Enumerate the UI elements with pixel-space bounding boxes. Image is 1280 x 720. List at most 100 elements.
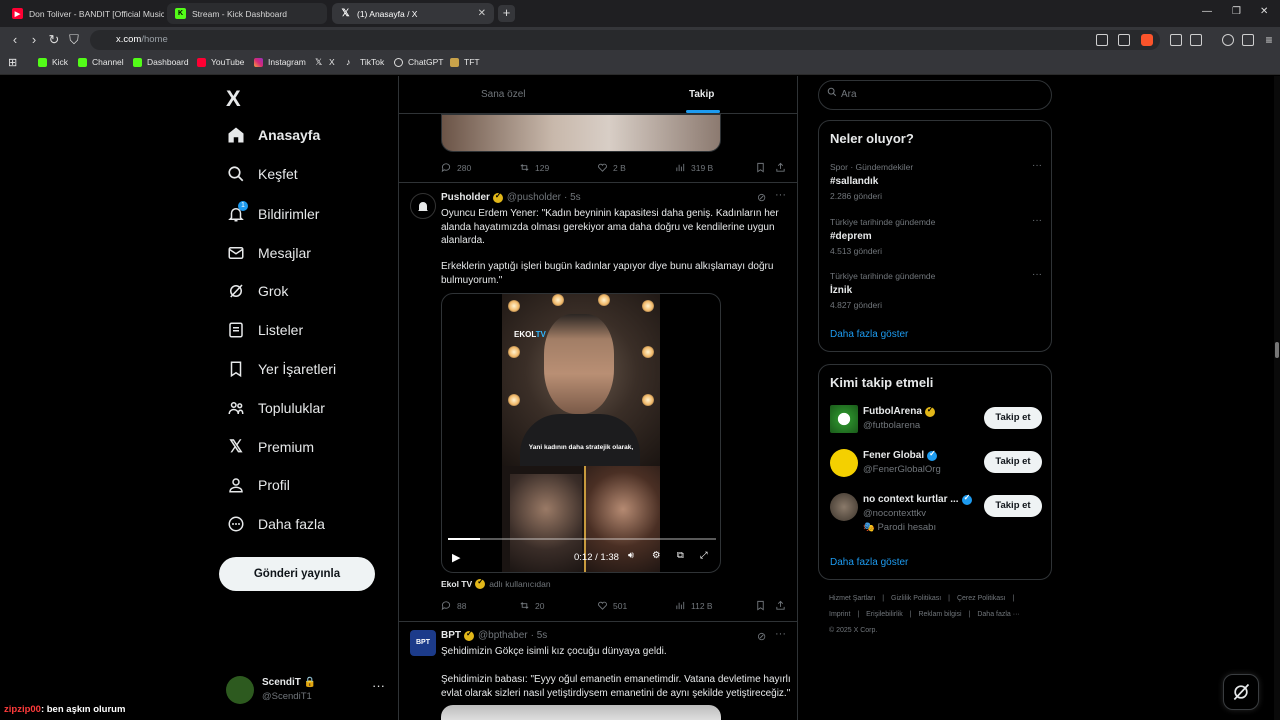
footer-link-imprint[interactable]: Imprint	[829, 611, 850, 618]
video-progress-bar[interactable]	[448, 538, 716, 540]
nav-premium[interactable]: 𝕏 Premium	[226, 435, 314, 459]
search-input[interactable]: Ara	[818, 80, 1052, 110]
reload-icon[interactable]: ↻	[45, 31, 63, 49]
bookmark-icon[interactable]: ⛉	[65, 31, 83, 49]
follow-button[interactable]: Takip et	[984, 451, 1042, 473]
post-image[interactable]	[441, 114, 721, 152]
trend-more-icon[interactable]: ···	[1032, 269, 1042, 280]
who-show-more-link[interactable]: Daha fazla göster	[830, 557, 908, 568]
extensions-icon[interactable]	[1170, 34, 1182, 46]
nav-notifications[interactable]: 1 Bildirimler	[226, 201, 319, 226]
trend-more-icon[interactable]: ···	[1032, 215, 1042, 226]
nav-more[interactable]: Daha fazla	[226, 512, 325, 536]
bookmark-channel[interactable]: Channel	[78, 57, 124, 67]
account-switcher[interactable]: ScendiT 🔒 @ScendiT1 ···	[226, 674, 386, 704]
nav-grok[interactable]: Grok	[226, 279, 288, 303]
close-window-icon[interactable]: ✕	[1260, 6, 1268, 17]
settings-icon[interactable]: ⚙	[652, 550, 661, 561]
scrollbar-thumb[interactable]	[1275, 342, 1279, 358]
grok-explain-icon[interactable]: ⊘	[757, 630, 766, 643]
author-handle[interactable]: @pusholder	[507, 192, 561, 203]
post-time[interactable]: · 5s	[531, 630, 548, 641]
bookmark-tft[interactable]: TFT	[450, 57, 480, 67]
tab-youtube[interactable]: ▶ Don Toliver - BANDIT [Official Music	[4, 3, 164, 24]
grok-explain-icon[interactable]: ⊘	[757, 191, 766, 204]
tab-kick[interactable]: K Stream - Kick Dashboard	[167, 3, 327, 24]
follow-suggestion[interactable]: Fener Global @FenerGlobalOrg Takip et	[830, 449, 1042, 489]
bookmark-dashboard[interactable]: Dashboard	[133, 57, 189, 67]
footer-link-more[interactable]: Daha fazla ···	[977, 611, 1019, 618]
trend-more-icon[interactable]: ···	[1032, 160, 1042, 171]
trend-item[interactable]: Spor · Gündemdekiler #sallandık 2.286 gö…	[830, 160, 1042, 201]
post-button[interactable]: Gönderi yayınla	[219, 557, 375, 591]
minimize-icon[interactable]: —	[1202, 6, 1212, 17]
views-button[interactable]: 319 B	[675, 162, 713, 173]
new-tab-button[interactable]: +	[498, 5, 515, 22]
nav-communities[interactable]: Topluluklar	[226, 396, 325, 420]
bookmark-youtube[interactable]: YouTube	[197, 57, 244, 67]
trend-item[interactable]: Türkiye tarihinde gündemde İznik 4.827 g…	[830, 269, 1042, 310]
share-icon[interactable]	[1118, 34, 1130, 46]
footer-link-privacy[interactable]: Gizlilik Politikası	[891, 595, 941, 602]
post-menu-icon[interactable]: ···	[775, 628, 786, 640]
footer-link-cookies[interactable]: Çerez Politikası	[957, 595, 1006, 602]
apps-grid-icon[interactable]: ⊞	[8, 56, 17, 69]
like-button[interactable]: 2 B	[597, 162, 626, 173]
share-post-icon[interactable]	[775, 600, 791, 611]
menu-icon[interactable]: ≡	[1260, 31, 1278, 49]
account-more-icon[interactable]: ···	[372, 678, 385, 693]
tab-x-home[interactable]: 𝕏 (1) Anasayfa / X ✕	[332, 3, 494, 24]
author-name[interactable]: Pusholder	[441, 192, 490, 203]
share-post-icon[interactable]	[775, 162, 791, 173]
author-handle[interactable]: @bpthaber	[478, 630, 528, 641]
bookmark-post-icon[interactable]	[755, 600, 771, 611]
brave-shield-icon[interactable]	[1141, 34, 1153, 46]
bookmark-kick[interactable]: Kick	[38, 57, 68, 67]
footer-link-ads-info[interactable]: Reklam bilgisi	[918, 611, 961, 618]
follow-button[interactable]: Takip et	[984, 407, 1042, 429]
page-scrollbar[interactable]	[1274, 76, 1280, 720]
author-name[interactable]: BPT	[441, 630, 461, 641]
maximize-icon[interactable]: ❐	[1232, 6, 1241, 17]
reply-button[interactable]: 88	[441, 600, 466, 611]
footer-link-terms[interactable]: Hizmet Şartları	[829, 595, 875, 602]
grok-floating-button[interactable]	[1223, 674, 1259, 710]
nav-home[interactable]: Anasayfa	[226, 123, 320, 147]
close-tab-icon[interactable]: ✕	[472, 8, 486, 19]
vpn-icon[interactable]	[1242, 34, 1254, 46]
video-source[interactable]: Ekol TV adlı kullanıcıdan	[441, 577, 551, 589]
url-field[interactable]: x.com/home	[90, 30, 1160, 50]
bookmark-post-icon[interactable]	[755, 162, 771, 173]
post-menu-icon[interactable]: ···	[775, 189, 786, 201]
nav-profile[interactable]: Profil	[226, 473, 290, 497]
views-button[interactable]: 112 B	[675, 600, 713, 611]
bookmark-x[interactable]: 𝕏X	[315, 57, 335, 67]
tab-following[interactable]: Takip	[689, 89, 714, 100]
like-button[interactable]: 501	[597, 600, 627, 611]
repost-button[interactable]: 20	[519, 600, 544, 611]
media-icon[interactable]	[1222, 34, 1234, 46]
cast-icon[interactable]	[1096, 34, 1108, 46]
back-icon[interactable]: ‹	[6, 31, 24, 49]
trend-item[interactable]: Türkiye tarihinde gündemde #deprem 4.513…	[830, 215, 1042, 256]
nav-messages[interactable]: Mesajlar	[226, 241, 311, 265]
post-image[interactable]	[441, 705, 721, 720]
fullscreen-icon[interactable]: ⤢	[700, 550, 708, 561]
repost-button[interactable]: 129	[519, 162, 549, 173]
nav-explore[interactable]: Keşfet	[226, 162, 298, 186]
bookmark-chatgpt[interactable]: ChatGPT	[394, 57, 443, 67]
footer-link-accessibility[interactable]: Erişilebilirlik	[866, 611, 903, 618]
post-time[interactable]: · 5s	[564, 192, 581, 203]
nav-bookmarks[interactable]: Yer İşaretleri	[226, 357, 336, 381]
reply-button[interactable]: 280	[441, 162, 471, 173]
trends-show-more-link[interactable]: Daha fazla göster	[830, 329, 908, 340]
picture-in-picture-icon[interactable]: ⧉	[677, 550, 684, 561]
volume-icon[interactable]: 🔊︎	[628, 550, 634, 561]
video-player[interactable]: EKOLTV Yani kadının daha stratejik olara…	[441, 293, 721, 573]
nav-lists[interactable]: Listeler	[226, 318, 303, 342]
x-logo-icon[interactable]: X	[226, 86, 241, 112]
play-icon[interactable]: ▶	[452, 551, 460, 564]
follow-suggestion[interactable]: no context kurtlar ... @nocontexttkv 🎭 P…	[830, 493, 1042, 539]
bookmark-tiktok[interactable]: ♪ TikTok	[346, 57, 384, 67]
sidebar-icon[interactable]	[1190, 34, 1202, 46]
